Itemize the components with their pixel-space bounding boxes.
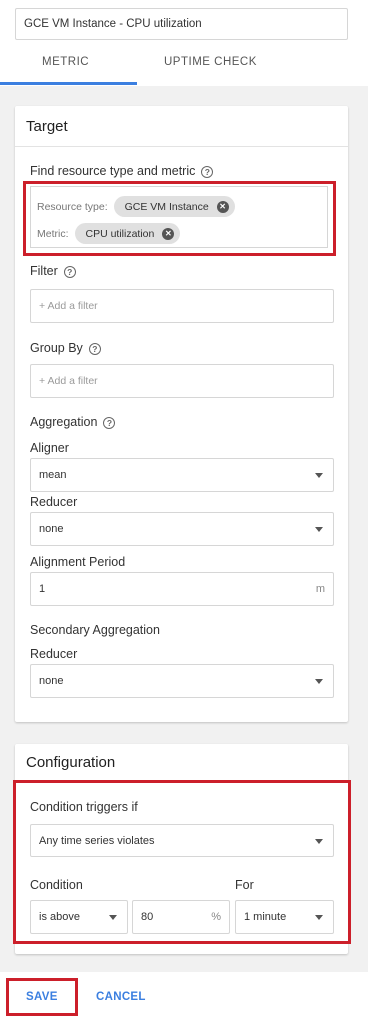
group-by-placeholder: + Add a filter	[39, 375, 98, 387]
target-title: Target	[26, 118, 68, 135]
secondary-reducer-value: none	[39, 675, 64, 687]
active-tab-indicator	[0, 82, 137, 85]
reducer-select[interactable]: none	[30, 512, 334, 546]
group-by-label: Group By?	[30, 341, 101, 355]
alignment-period-input[interactable]: 1 m	[30, 572, 334, 606]
aligner-select[interactable]: mean	[30, 458, 334, 492]
secondary-aggregation-label: Secondary Aggregation	[30, 623, 160, 637]
alignment-period-label: Alignment Period	[30, 555, 126, 569]
alignment-period-unit: m	[315, 583, 325, 595]
aggregation-text: Aggregation	[30, 415, 98, 429]
highlight-box-resource	[23, 181, 336, 256]
secondary-reducer-select[interactable]: none	[30, 664, 334, 698]
find-resource-text: Find resource type and metric	[30, 164, 196, 178]
help-icon[interactable]: ?	[63, 265, 76, 278]
help-icon[interactable]: ?	[201, 165, 214, 178]
alert-name-input[interactable]: GCE VM Instance - CPU utilization	[15, 8, 348, 40]
aligner-label: Aligner	[30, 441, 69, 455]
aligner-value: mean	[39, 469, 67, 481]
configuration-title: Configuration	[26, 754, 116, 771]
filter-input[interactable]: + Add a filter	[30, 289, 334, 323]
chevron-down-icon	[315, 473, 323, 478]
highlight-box-configuration	[13, 780, 351, 944]
tab-metric[interactable]: METRIC	[42, 56, 89, 68]
target-divider	[15, 146, 348, 147]
find-resource-label: Find resource type and metric?	[30, 164, 214, 178]
filter-placeholder: + Add a filter	[39, 300, 98, 312]
secondary-reducer-label: Reducer	[30, 647, 78, 661]
reducer-label: Reducer	[30, 495, 78, 509]
help-icon[interactable]: ?	[103, 416, 116, 429]
group-by-text: Group By	[30, 341, 83, 355]
highlight-box-save	[6, 978, 78, 1016]
help-icon[interactable]: ?	[88, 342, 101, 355]
tab-uptime-check[interactable]: UPTIME CHECK	[164, 56, 257, 68]
reducer-value: none	[39, 523, 64, 535]
chevron-down-icon	[315, 679, 323, 684]
alignment-period-value: 1	[39, 583, 46, 595]
filter-label: Filter?	[30, 264, 76, 278]
cancel-button[interactable]: CANCEL	[96, 991, 146, 1003]
filter-text: Filter	[30, 264, 58, 278]
group-by-input[interactable]: + Add a filter	[30, 364, 334, 398]
chevron-down-icon	[315, 527, 323, 532]
alert-name-value: GCE VM Instance - CPU utilization	[24, 18, 202, 30]
aggregation-label: Aggregation?	[30, 415, 116, 429]
